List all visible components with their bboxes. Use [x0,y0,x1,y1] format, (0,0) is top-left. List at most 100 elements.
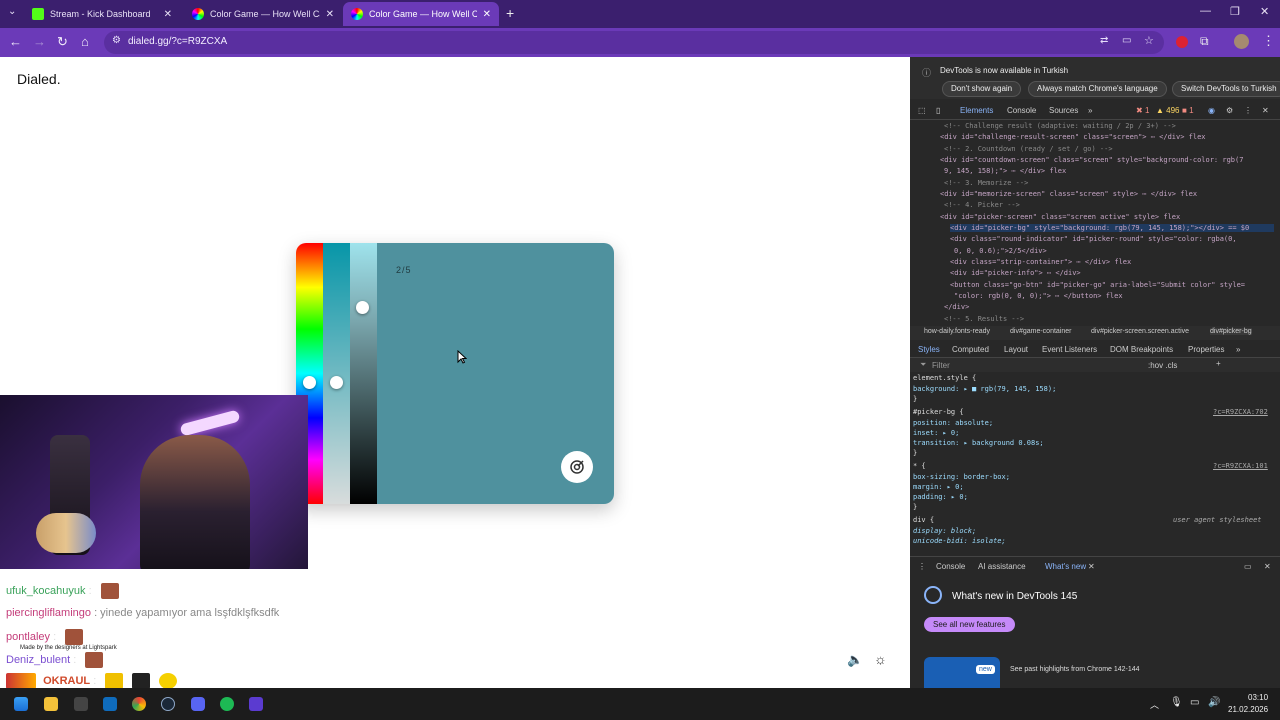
more-tabs-icon[interactable]: » [1236,345,1240,354]
dom-node[interactable]: "color: rgb(0, 0, 0);"> ⋯ </button> flex [954,292,1123,300]
breadcrumb-item[interactable]: div#game-container [1010,328,1071,335]
match-language-button[interactable]: Always match Chrome's language [1028,81,1167,97]
extension-icon[interactable] [1176,36,1188,48]
sync-icon[interactable]: ◉ [1208,106,1215,115]
tab-color-game-1[interactable]: Color Game — How Well Can Y ✕ [184,2,342,26]
close-icon[interactable]: ✕ [1088,562,1095,571]
saturation-strip[interactable] [323,243,350,504]
start-windows-icon[interactable] [14,697,28,711]
dom-node[interactable]: <div class="round-indicator" id="picker-… [950,235,1237,243]
drawer-tab-console[interactable]: Console [936,562,965,571]
style-rule-line[interactable]: } [913,503,917,511]
style-rule-line[interactable]: element.style { [913,374,976,382]
saturation-knob[interactable] [330,376,343,389]
error-count[interactable]: ✖ 1 [1136,106,1149,115]
close-icon[interactable]: ✕ [164,9,172,20]
tray-chevron-icon[interactable]: ︿ [1150,698,1159,711]
store-icon[interactable] [74,697,88,711]
tab-color-game-2[interactable]: Color Game — How Well Can Y ✕ [343,2,499,26]
device-toggle-icon[interactable]: ▯ [936,106,940,115]
style-rule-line[interactable]: padding: ▸ 0; [913,493,968,501]
dom-node[interactable]: <div id="picker-info"> ⋯ </div> [950,269,1081,277]
hue-knob[interactable] [303,376,316,389]
tab-computed[interactable]: Computed [952,345,989,354]
style-rule-line[interactable]: position: absolute; [913,419,993,427]
outlook-icon[interactable] [103,697,117,711]
breadcrumb-item[interactable]: div#picker-bg [1210,328,1252,335]
tab-sources[interactable]: Sources [1049,106,1078,115]
style-rule-line[interactable]: unicode-bidi: isolate; [913,537,1006,545]
source-link[interactable]: ?c=R9ZCXA:101 [1213,462,1268,470]
network-icon[interactable]: ▭ [1190,697,1199,708]
close-icon[interactable]: ✕ [326,9,334,20]
style-rule-line[interactable]: * {?c=R9ZCXA:101 [913,462,1277,470]
style-rule-line[interactable]: div {user agent stylesheet [913,516,1277,524]
dom-node[interactable]: <div class="strip-container"> ⋯ </div> f… [950,258,1131,266]
source-link[interactable]: ?c=R9ZCXA:702 [1213,408,1268,416]
app-icon[interactable] [249,697,263,711]
profile-avatar[interactable] [1234,34,1249,49]
see-all-features-button[interactable]: See all new features [924,617,1015,632]
inspect-icon[interactable]: ⬚ [918,106,926,115]
dom-node[interactable]: 9, 145, 158);"> ⋯ </div> flex [944,167,1066,175]
dom-node[interactable]: </div> [944,303,969,311]
style-rule-line[interactable]: display: block; [913,527,976,535]
switch-turkish-button[interactable]: Switch DevTools to Turkish [1172,81,1280,97]
breadcrumb-item[interactable]: div#picker-screen.screen.active [1091,328,1189,335]
styles-filter-input[interactable]: ⏷ Filter :hov .cls + [910,358,1280,372]
more-tabs-icon[interactable]: » [1088,106,1092,115]
style-rule-line[interactable]: box-sizing: border-box; [913,473,1010,481]
dom-node[interactable]: <!-- 5. Results --> [944,315,1024,323]
style-rule-line[interactable]: background: ▸ ■ rgb(79, 145, 158); [913,385,1056,393]
lightness-knob[interactable] [356,301,369,314]
close-window-icon[interactable]: ✕ [1260,5,1269,18]
back-icon[interactable]: ← [9,34,22,49]
close-drawer-icon[interactable]: ✕ [1264,562,1271,571]
file-explorer-icon[interactable] [44,697,58,711]
clock-date[interactable]: 21.02.2026 [1228,705,1268,714]
bookmark-star-icon[interactable]: ☆ [1144,34,1154,47]
translate-icon[interactable]: ⇄ [1100,35,1108,46]
dom-node[interactable]: 0, 0, 0.6);">2/5</div> [954,247,1047,255]
tab-styles[interactable]: Styles [918,345,940,354]
highlights-thumbnail[interactable]: new [924,657,1000,689]
hov-cls-toggles[interactable]: :hov .cls [1148,361,1177,370]
home-icon[interactable]: ⌂ [81,34,89,49]
address-bar[interactable]: ⚙ dialed.gg/?c=R9ZCXA ⇄ ▭ ☆ [104,31,1164,54]
extensions-puzzle-icon[interactable]: ⧉ [1200,34,1209,49]
site-info-icon[interactable]: ⚙ [112,35,121,46]
dom-node[interactable]: <!-- 2. Countdown (ready / set / go) --> [944,145,1113,153]
forward-icon[interactable]: → [33,34,46,49]
dom-node-selected[interactable]: <div id="picker-bg" style="background: r… [950,224,1274,232]
style-rule-line[interactable]: inset: ▸ 0; [913,429,959,437]
tab-list-chevron-icon[interactable]: ⌄ [8,6,16,17]
spotify-icon[interactable] [220,697,234,711]
drawer-tab-whats-new[interactable]: What's new [1045,562,1086,571]
style-rule-line[interactable]: } [913,395,917,403]
devtools-menu-icon[interactable]: ⋮ [1244,106,1252,115]
dom-node[interactable]: <!-- 4. Picker --> [944,201,1020,209]
issue-count[interactable]: ■ 1 [1182,106,1194,115]
dom-node[interactable]: <div id="picker-screen" class="screen ac… [940,213,1180,221]
steam-icon[interactable] [161,697,175,711]
lightness-strip[interactable] [350,243,377,504]
tab-properties[interactable]: Properties [1188,345,1224,354]
menu-kebab-icon[interactable]: ⋮ [1262,33,1275,49]
style-rule-line[interactable]: transition: ▸ background 0.08s; [913,439,1044,447]
sound-toggle-icon[interactable]: 🔈 [847,652,863,668]
dock-icon[interactable]: ▭ [1244,562,1252,571]
dom-node[interactable]: <div id="memorize-screen" class="screen"… [940,190,1197,198]
submit-color-button[interactable] [561,451,593,483]
restore-icon[interactable]: ❐ [1230,5,1240,18]
theme-toggle-icon[interactable]: ☼ [874,651,887,667]
tab-event-listeners[interactable]: Event Listeners [1042,345,1097,354]
close-icon[interactable]: ✕ [483,9,491,20]
warning-count[interactable]: ▲ 496 [1156,106,1180,115]
mic-icon[interactable]: 🎙 [1170,697,1183,708]
chrome-icon[interactable] [132,697,146,711]
close-devtools-icon[interactable]: ✕ [1262,106,1269,115]
dont-show-again-button[interactable]: Don't show again [942,81,1022,97]
add-rule-icon[interactable]: + [1216,359,1221,368]
settings-gear-icon[interactable]: ⚙ [1226,106,1233,115]
style-rule-line[interactable]: margin: ▸ 0; [913,483,964,491]
